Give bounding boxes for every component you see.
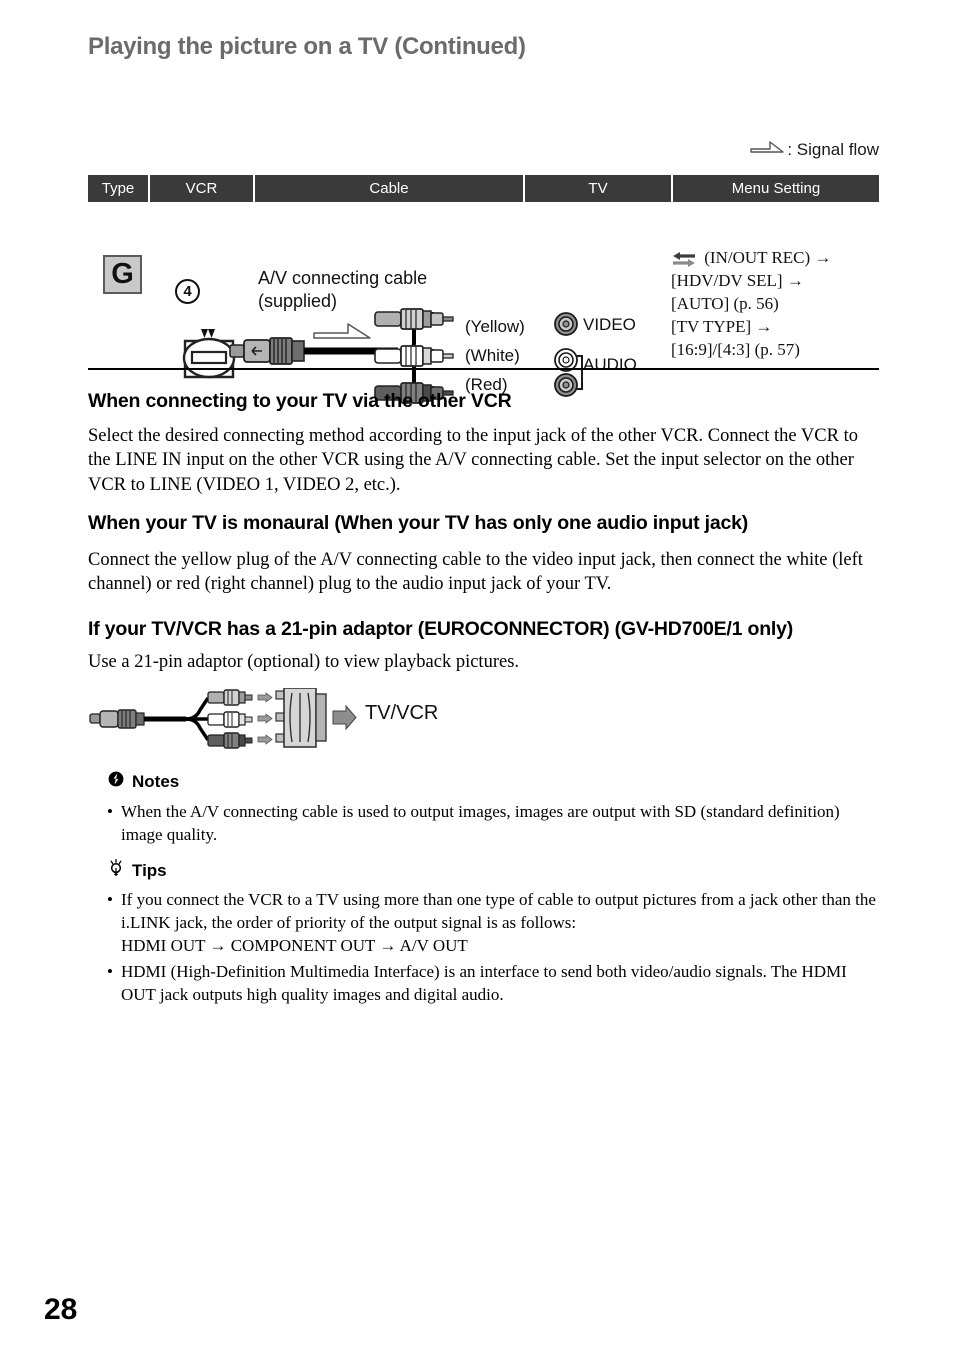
section-heading-1: When connecting to your TV via the other… [88, 390, 512, 412]
audio-right-jack-icon [554, 373, 578, 397]
euro-target-label: TV/VCR [365, 702, 439, 724]
signal-flow-arrow-icon [313, 323, 371, 339]
connection-arrow-icon [332, 704, 357, 731]
page-number: 28 [44, 1293, 78, 1326]
cable-name-line1: A/V connecting cable [258, 268, 428, 288]
list-item: If you connect the VCR to a TV using mor… [105, 888, 885, 957]
menu-setting-line-3: [AUTO] (p. 56) [671, 294, 779, 313]
type-badge-g: G [103, 255, 142, 294]
menu-setting-line-1: (IN/OUT REC) → [671, 246, 831, 269]
lightbulb-icon [108, 858, 124, 882]
signal-flow-label: : Signal flow [787, 139, 879, 159]
list-item-text: HDMI (High-Definition Multimedia Interfa… [121, 962, 847, 1005]
tv-jack-label-audio: AUDIO [583, 355, 637, 374]
section-body-1: Select the desired connecting method acc… [88, 426, 858, 495]
notes-list: When the A/V connecting cable is used to… [105, 800, 885, 849]
tips-heading-text: Tips [132, 860, 167, 880]
rca-plug-yellow [207, 689, 253, 706]
menu-setting-line-2: [HDV/DV SEL] → [671, 271, 804, 290]
list-item: When the A/V connecting cable is used to… [105, 800, 885, 846]
tv-input-jacks-illustration [552, 312, 586, 407]
list-item-extra: HDMI OUT → COMPONENT OUT → A/V OUT [121, 936, 468, 956]
document-page: Playing the picture on a TV (Continued) … [0, 0, 954, 1357]
table-header-menu-setting: Menu Setting [731, 180, 821, 197]
page-title: Playing the picture on a TV (Continued) [88, 33, 526, 60]
connection-arrow-icon [257, 692, 273, 745]
signal-flow-arrow-icon [750, 139, 785, 160]
tips-heading: Tips [108, 858, 167, 882]
section-body-2: Connect the yellow plug of the A/V conne… [88, 550, 863, 595]
table-header-row: Type VCR Cable TV Menu Setting [88, 175, 879, 202]
notes-heading: Notes [108, 771, 179, 792]
section-heading-2: When your TV is monaural (When your TV h… [88, 512, 749, 534]
mini-av-plug [229, 337, 305, 365]
scart-adaptor-icon [275, 687, 327, 748]
table-bottom-rule [88, 368, 879, 370]
table-header-vcr: VCR [150, 175, 255, 202]
table-header-tv: TV [525, 175, 673, 202]
list-item-text: If you connect the VCR to a TV using mor… [121, 890, 876, 933]
tv-jack-label-video: VIDEO [583, 315, 636, 334]
tips-list: If you connect the VCR to a TV using mor… [105, 888, 885, 1010]
table-header-type: Type [88, 175, 150, 202]
euroconnector-adaptor-illustration [88, 687, 358, 755]
plug-label-yellow: (Yellow) [465, 317, 525, 336]
list-item: HDMI (High-Definition Multimedia Interfa… [105, 960, 885, 1006]
table-header-cable: Cable [255, 175, 525, 202]
rca-plug-red [207, 732, 253, 749]
in-out-rec-icon [671, 250, 701, 269]
menu-setting-line-4: [TV TYPE] → [671, 317, 773, 336]
menu-setting-text-1: (IN/OUT REC) → [704, 248, 832, 267]
rca-plug-white [207, 711, 253, 728]
menu-setting-line-5: [16:9]/[4:3] (p. 57) [671, 340, 800, 359]
rca-plug-yellow [374, 308, 454, 330]
plug-label-white: (White) [465, 346, 520, 365]
mini-av-plug [89, 709, 145, 729]
notes-heading-text: Notes [132, 771, 180, 791]
connection-table: Type VCR Cable TV Menu Setting G 4 A/V c… [88, 175, 879, 404]
rca-plug-white [374, 345, 454, 367]
section-body-3: Use a 21-pin adaptor (optional) to view … [88, 652, 520, 672]
video-jack-icon [554, 312, 578, 336]
menu-setting-cell: (IN/OUT REC) → [HDV/DV SEL] → [AUTO] (p.… [671, 246, 831, 361]
notes-icon [108, 771, 124, 792]
step-number-circle: 4 [175, 279, 200, 304]
section-heading-3: If your TV/VCR has a 21-pin adaptor (EUR… [88, 618, 794, 640]
signal-flow-legend: : Signal flow [750, 139, 879, 160]
table-row: G 4 A/V connecting cable (supplied) (Yel… [88, 202, 879, 404]
